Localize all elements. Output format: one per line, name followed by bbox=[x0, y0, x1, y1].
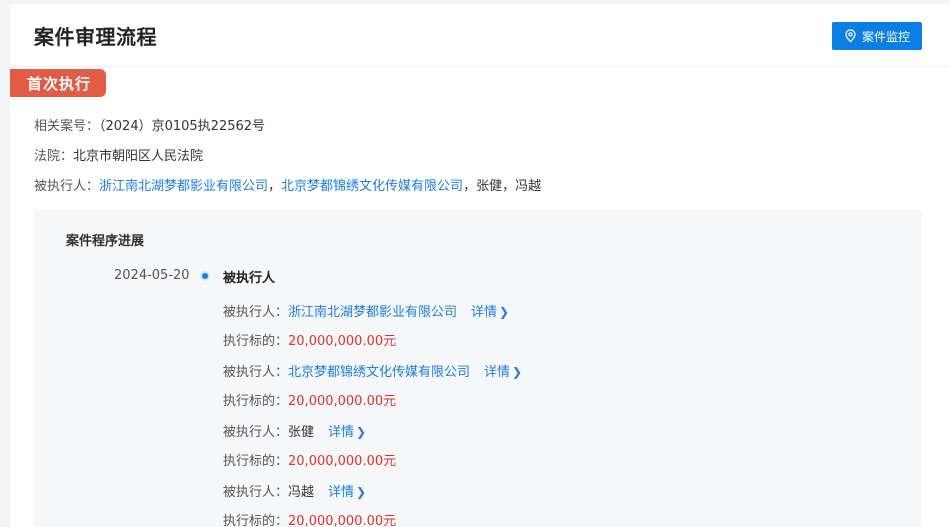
event-title: 被执行人 bbox=[223, 271, 276, 286]
entry-amount-line: 执行标的：20,000,000.00元 bbox=[223, 510, 396, 527]
entry-debtor-line: 被执行人：冯越 详情 ❯ bbox=[223, 481, 366, 500]
detail-label: 详情 bbox=[471, 305, 498, 320]
chevron-right-icon: ❯ bbox=[512, 365, 523, 379]
entry-amount-line: 执行标的：20,000,000.00元 bbox=[223, 330, 396, 349]
entry-amount-value: 20,000,000.00元 bbox=[288, 514, 397, 527]
chevron-right-icon: ❯ bbox=[356, 425, 367, 439]
court-value: 北京市朝阳区人民法院 bbox=[73, 149, 204, 164]
entry-amount-line: 执行标的：20,000,000.00元 bbox=[223, 450, 396, 469]
entry-debtor-name-link[interactable]: 北京梦都锦绣文化传媒有限公司 bbox=[288, 365, 470, 380]
detail-link[interactable]: 详情 ❯ bbox=[328, 485, 366, 500]
entry-debtor-label: 被执行人： bbox=[223, 305, 289, 320]
entry-amount-label: 执行标的： bbox=[223, 334, 289, 349]
entry-debtor-label: 被执行人： bbox=[223, 485, 289, 500]
debtor-company-link-2[interactable]: 北京梦都锦绣文化传媒有限公司 bbox=[281, 179, 463, 194]
entry-debtor-line: 被执行人：张健 详情 ❯ bbox=[223, 421, 366, 440]
detail-label: 详情 bbox=[484, 365, 511, 380]
entry-amount-value: 20,000,000.00元 bbox=[288, 454, 397, 469]
case-number-value: （2024）京0105执22562号 bbox=[99, 119, 266, 134]
detail-label: 详情 bbox=[328, 425, 355, 440]
entry-debtor-label: 被执行人： bbox=[223, 425, 289, 440]
debtor-row: 被执行人：浙江南北湖梦都影业有限公司，北京梦都锦绣文化传媒有限公司，张健，冯越 bbox=[34, 175, 541, 194]
entry-amount-label: 执行标的： bbox=[223, 454, 289, 469]
entry-amount-value: 20,000,000.00元 bbox=[288, 334, 397, 349]
entry-debtor-line: 被执行人：北京梦都锦绣文化传媒有限公司 详情 ❯ bbox=[223, 361, 522, 380]
court-row: 法院：北京市朝阳区人民法院 bbox=[34, 145, 203, 164]
page-title: 案件审理流程 bbox=[34, 25, 157, 49]
court-label: 法院： bbox=[34, 149, 74, 164]
event-date: 2024-05-20 bbox=[114, 268, 190, 283]
detail-link[interactable]: 详情 ❯ bbox=[328, 425, 366, 440]
debtor-separator: ， bbox=[268, 179, 282, 194]
case-progress-panel: 案件程序进展 2024-05-20 被执行人 被执行人：浙江南北湖梦都影业有限公… bbox=[34, 210, 922, 527]
entry-amount-line: 执行标的：20,000,000.00元 bbox=[223, 390, 396, 409]
entry-debtor-name: 冯越 bbox=[288, 485, 315, 500]
debtor-label: 被执行人： bbox=[34, 179, 100, 194]
entry-amount-value: 20,000,000.00元 bbox=[288, 394, 397, 409]
case-monitor-button[interactable]: 案件监控 bbox=[832, 22, 922, 50]
case-process-card: 案件审理流程 案件监控 首次执行 相关案号：（2024）京0105执22562号… bbox=[10, 4, 949, 527]
case-monitor-label: 案件监控 bbox=[861, 29, 910, 44]
detail-link[interactable]: 详情 ❯ bbox=[484, 365, 522, 380]
chevron-right-icon: ❯ bbox=[356, 485, 367, 499]
card-header: 案件审理流程 案件监控 bbox=[10, 4, 949, 67]
location-pin-icon bbox=[845, 29, 856, 43]
progress-title: 案件程序进展 bbox=[66, 234, 145, 249]
chevron-right-icon: ❯ bbox=[499, 305, 510, 319]
detail-link[interactable]: 详情 ❯ bbox=[471, 305, 509, 320]
entry-amount-label: 执行标的： bbox=[223, 514, 289, 527]
entry-debtor-label: 被执行人： bbox=[223, 365, 289, 380]
detail-label: 详情 bbox=[328, 485, 355, 500]
entry-debtor-line: 被执行人：浙江南北湖梦都影业有限公司 详情 ❯ bbox=[223, 301, 509, 320]
entry-debtor-name: 张健 bbox=[288, 425, 315, 440]
timeline-dot bbox=[202, 273, 208, 279]
debtor-company-link-1[interactable]: 浙江南北湖梦都影业有限公司 bbox=[99, 179, 268, 194]
case-number-label: 相关案号： bbox=[34, 119, 100, 134]
case-number-row: 相关案号：（2024）京0105执22562号 bbox=[34, 115, 265, 134]
entry-amount-label: 执行标的： bbox=[223, 394, 289, 409]
first-execution-ribbon: 首次执行 bbox=[10, 69, 106, 97]
debtor-persons: ，张健，冯越 bbox=[463, 179, 542, 194]
entry-debtor-name-link[interactable]: 浙江南北湖梦都影业有限公司 bbox=[288, 305, 457, 320]
